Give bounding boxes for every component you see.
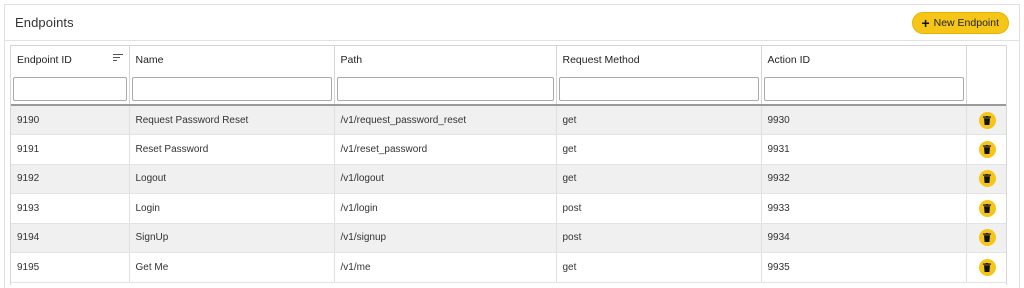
cell-name: Get Me [129,252,335,283]
cell-endpoint-id: 9193 [11,193,130,224]
cell-actions [966,223,1006,253]
column-header-endpoint-id[interactable]: Endpoint ID [11,46,130,74]
plus-icon: + [921,14,930,31]
filter-request-method-input[interactable] [558,77,759,101]
cell-action-id: 9935 [761,252,967,283]
filter-cell [129,74,335,106]
new-endpoint-button[interactable]: + New Endpoint [912,11,1009,34]
table-header-row: Endpoint ID Name Path Request Method Act… [11,46,1006,74]
filter-path-input[interactable] [336,77,554,101]
column-header-label: Endpoint ID [17,54,72,66]
page-title: Endpoints [15,15,74,30]
trash-icon [983,262,992,272]
delete-button[interactable] [978,170,996,188]
table-row[interactable]: 9191 Reset Password /v1/reset_password g… [11,134,1006,165]
endpoints-table: Endpoint ID Name Path Request Method Act… [10,45,1007,285]
sort-ascending-icon[interactable] [112,54,123,64]
cell-actions [966,193,1006,224]
cell-request-method: get [556,105,762,135]
cell-endpoint-id: 9190 [11,105,130,135]
cell-endpoint-id: 9195 [11,252,130,283]
filter-cell [11,74,130,106]
filter-endpoint-id-input[interactable] [13,77,127,101]
cell-actions [966,252,1006,283]
cell-request-method: post [556,193,762,224]
cell-actions [966,105,1006,135]
cell-action-id: 9934 [761,223,967,253]
cell-action-id: 9930 [761,105,967,135]
new-endpoint-label: New Endpoint [933,16,999,29]
column-header-request-method[interactable]: Request Method [556,46,762,74]
delete-button[interactable] [978,140,996,158]
cell-endpoint-id: 9191 [11,134,130,165]
filter-row [11,74,1006,106]
cell-request-method: post [556,223,762,253]
delete-button[interactable] [978,111,996,129]
column-header-name[interactable]: Name [129,46,335,74]
filter-cell [334,74,557,106]
cell-path: /v1/logout [334,164,557,194]
cell-action-id: 9933 [761,193,967,224]
trash-icon [983,233,992,243]
cell-actions [966,164,1006,194]
cell-name: Reset Password [129,134,335,165]
column-header-label: Action ID [767,54,811,66]
column-header-path[interactable]: Path [334,46,557,74]
panel-header: Endpoints + New Endpoint [5,5,1019,41]
cell-request-method: get [556,134,762,165]
column-header-actions [966,46,1006,74]
cell-path: /v1/me [334,252,557,283]
trash-icon [983,174,992,184]
column-header-label: Name [135,54,164,66]
filter-cell [761,74,967,106]
column-header-label: Request Method [562,54,640,66]
column-header-action-id[interactable]: Action ID [761,46,967,74]
cell-path: /v1/signup [334,223,557,253]
cell-action-id: 9931 [761,134,967,165]
cell-name: Logout [129,164,335,194]
table-row[interactable]: 9192 Logout /v1/logout get 9932 [11,164,1006,194]
delete-button[interactable] [978,199,996,217]
filter-name-input[interactable] [131,77,332,101]
table-row[interactable]: 9193 Login /v1/login post 9933 [11,193,1006,224]
column-header-label: Path [340,54,363,66]
cell-action-id: 9932 [761,164,967,194]
cell-endpoint-id: 9192 [11,164,130,194]
delete-button[interactable] [978,258,996,276]
trash-icon [983,144,992,154]
cell-name: Login [129,193,335,224]
table-row[interactable]: 9194 SignUp /v1/signup post 9934 [11,223,1006,253]
table-row[interactable]: 9195 Get Me /v1/me get 9935 [11,252,1006,283]
cell-name: Request Password Reset [129,105,335,135]
cell-path: /v1/reset_password [334,134,557,165]
trash-icon [983,203,992,213]
filter-action-id-input[interactable] [763,77,964,101]
cell-actions [966,134,1006,165]
cell-request-method: get [556,252,762,283]
cell-request-method: get [556,164,762,194]
delete-button[interactable] [978,229,996,247]
table-row[interactable]: 9190 Request Password Reset /v1/request_… [11,105,1006,135]
trash-icon [983,115,992,125]
cell-name: SignUp [129,223,335,253]
filter-cell [556,74,762,106]
cell-endpoint-id: 9194 [11,223,130,253]
cell-path: /v1/request_password_reset [334,105,557,135]
filter-cell [966,74,1006,106]
cell-path: /v1/login [334,193,557,224]
